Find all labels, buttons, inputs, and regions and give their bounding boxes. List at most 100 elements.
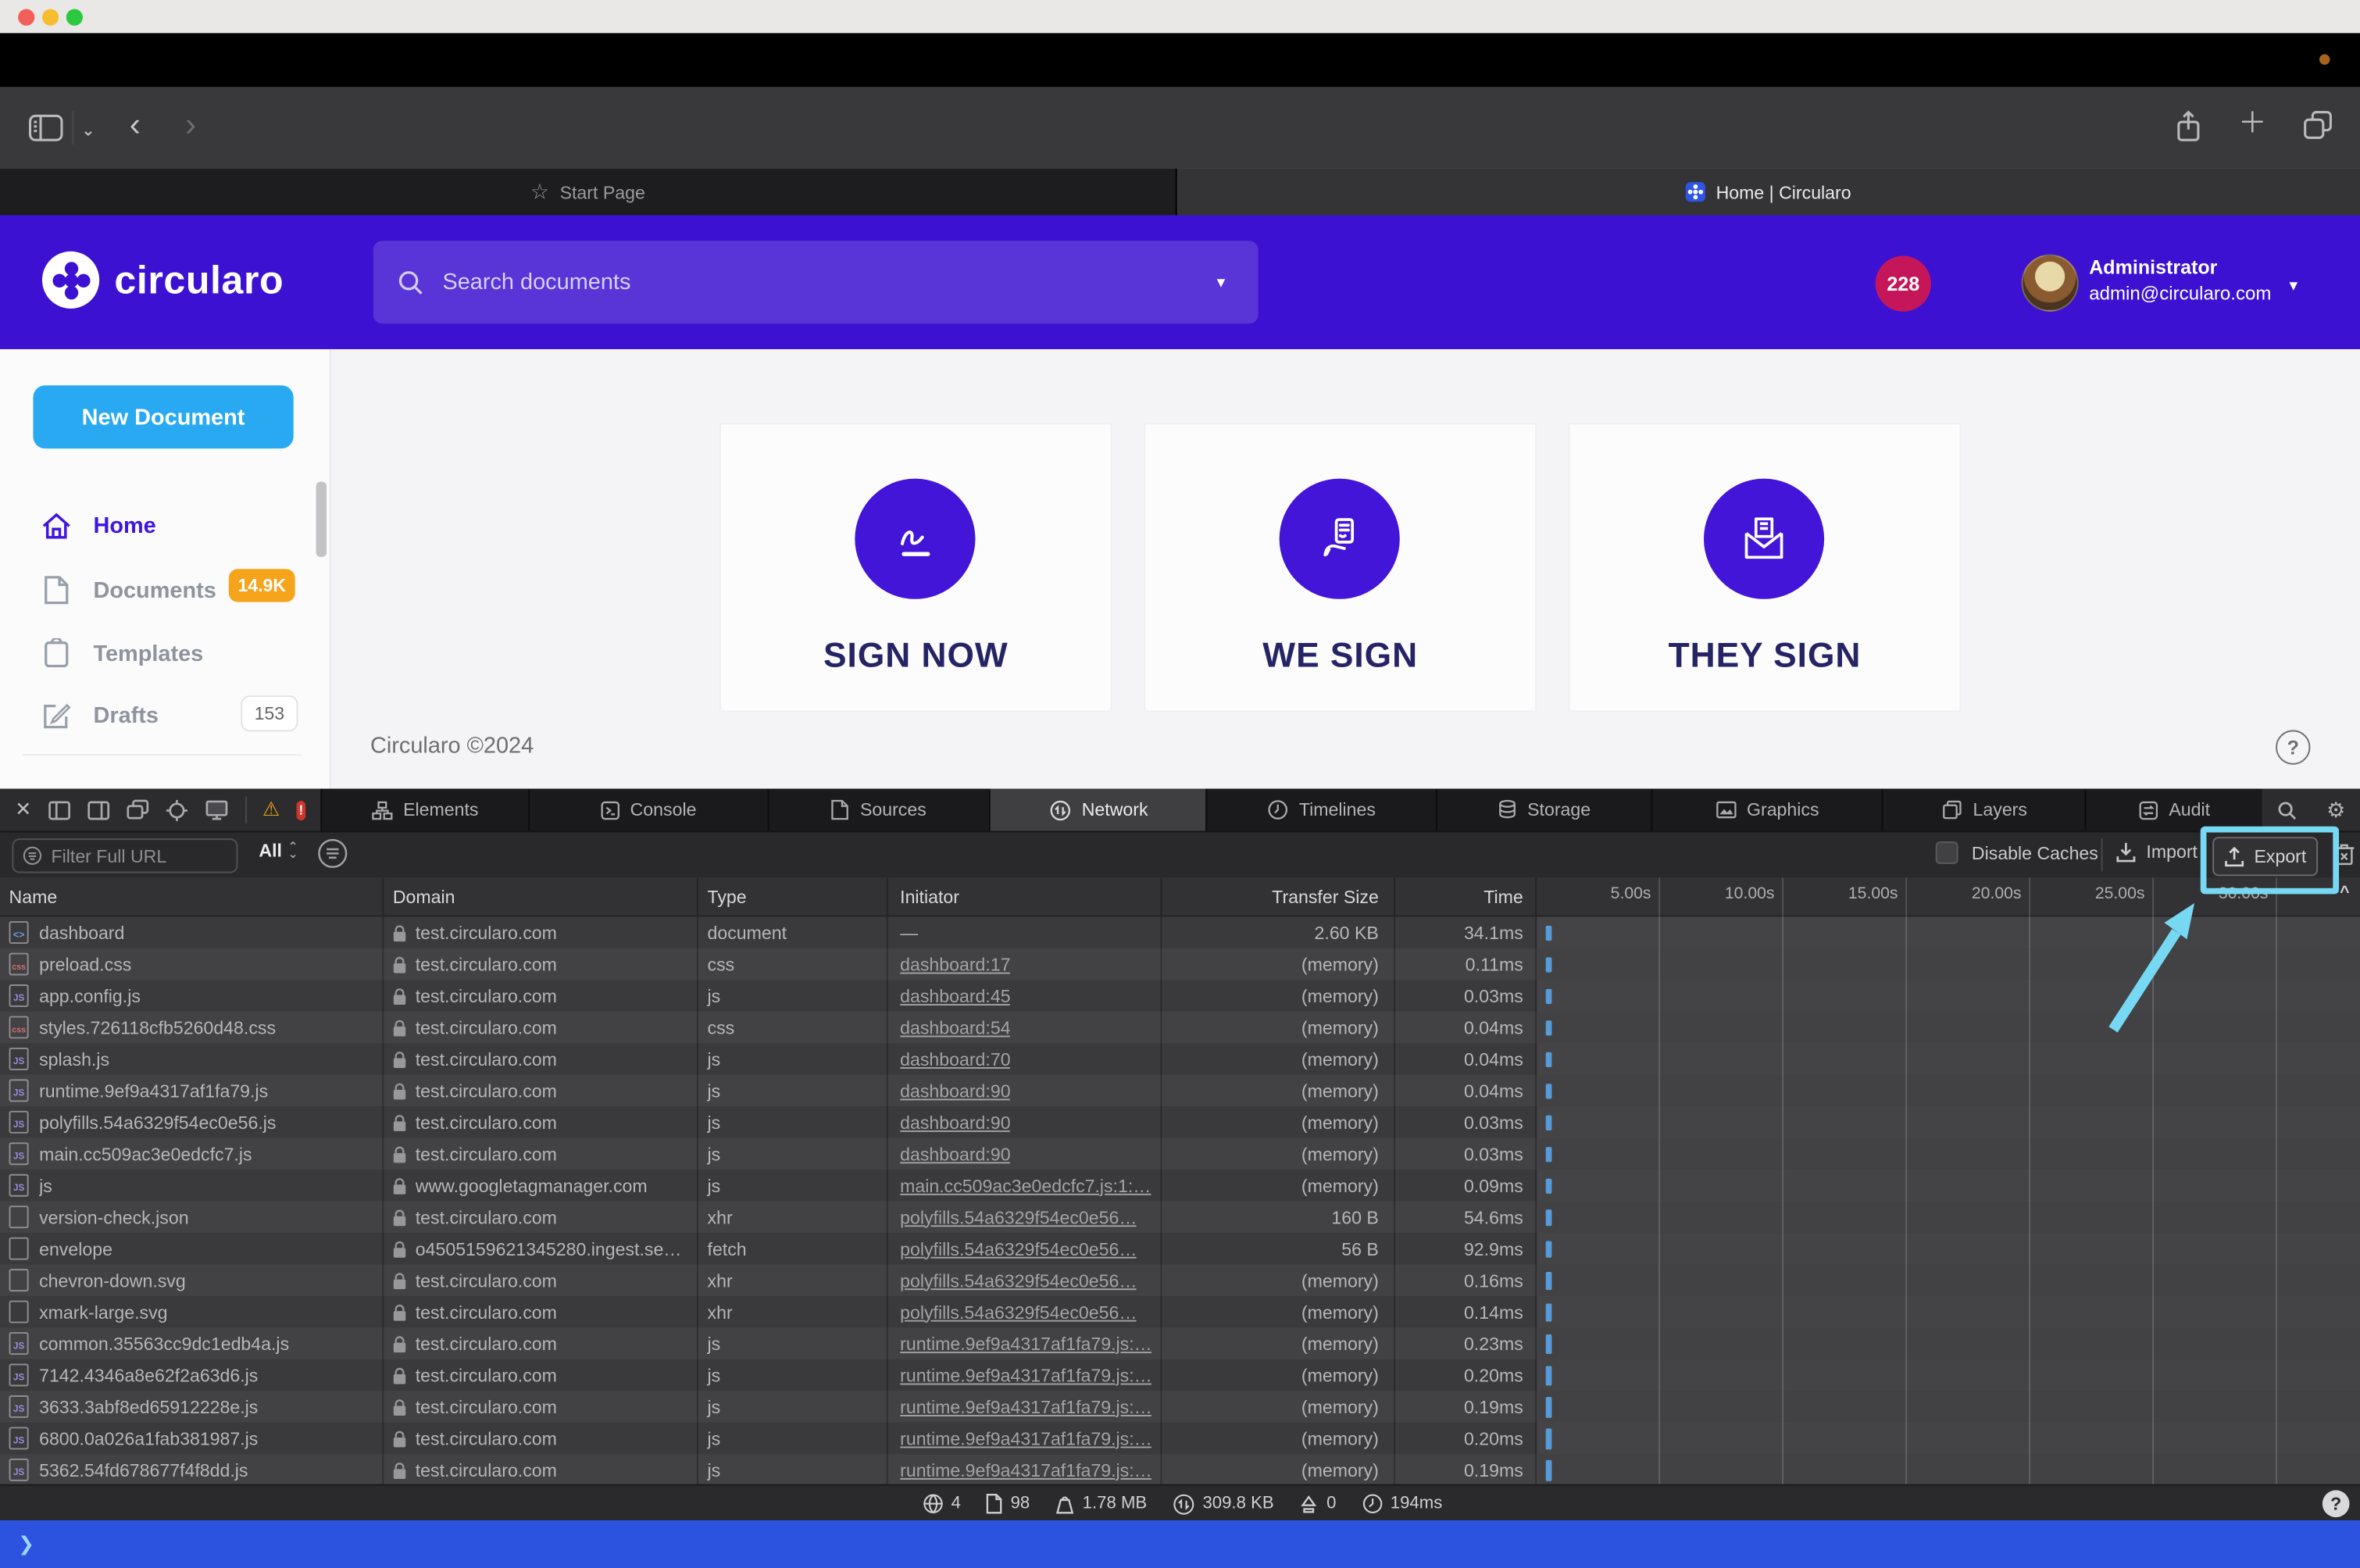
table-row[interactable]: splash.js test.circularo.com js dashboar… bbox=[0, 1043, 2360, 1075]
bottom-console-bar[interactable]: ❯ bbox=[0, 1520, 2360, 1568]
initiator-link[interactable]: dashboard:90 bbox=[900, 1080, 1010, 1101]
column-header-domain[interactable]: Domain bbox=[384, 877, 698, 916]
request-name-cell[interactable]: main.cc509ac3e0edcfc7.js bbox=[0, 1138, 384, 1170]
disable-caches-control[interactable]: Disable Caches bbox=[1935, 841, 2098, 864]
user-info[interactable]: Administrator admin@circularo.com bbox=[2089, 255, 2271, 307]
filter-url-input[interactable]: Filter Full URL bbox=[12, 838, 238, 873]
request-name-cell[interactable]: polyfills.54a6329f54ec0e56.js bbox=[0, 1106, 384, 1138]
notification-count-badge[interactable]: 228 bbox=[1875, 255, 1931, 312]
avatar[interactable] bbox=[2021, 254, 2079, 312]
tab-storage[interactable]: Storage bbox=[1435, 788, 1651, 831]
initiator-link[interactable]: dashboard:45 bbox=[900, 985, 1010, 1006]
request-name-cell[interactable]: app.config.js bbox=[0, 980, 384, 1012]
table-row[interactable]: preload.css test.circularo.com css dashb… bbox=[0, 948, 2360, 980]
table-row[interactable]: version-check.json test.circularo.com xh… bbox=[0, 1201, 2360, 1233]
close-window-button[interactable] bbox=[18, 9, 35, 26]
table-row[interactable]: envelope o4505159621345280.ingest.se… fe… bbox=[0, 1232, 2360, 1265]
initiator-link[interactable]: runtime.9ef9a4317af1fa79.js:… bbox=[900, 1333, 1152, 1354]
back-button[interactable]: ‹ bbox=[130, 105, 141, 145]
sidebar-item-documents[interactable]: Documents 14.9K bbox=[39, 569, 295, 605]
sidebar-scrollbar-thumb[interactable] bbox=[316, 481, 327, 557]
zoom-window-button[interactable] bbox=[66, 9, 83, 26]
error-icon[interactable]: ! bbox=[296, 800, 306, 820]
initiator-link[interactable]: polyfills.54a6329f54ec0e56… bbox=[900, 1238, 1137, 1259]
dock-bottom-icon[interactable] bbox=[87, 800, 110, 820]
tab-console[interactable]: Console bbox=[527, 788, 767, 831]
new-document-button[interactable]: New Document bbox=[33, 385, 294, 449]
table-row[interactable]: chevron-down.svg test.circularo.com xhr … bbox=[0, 1264, 2360, 1296]
warning-icon[interactable]: ⚠ bbox=[262, 798, 280, 822]
table-row[interactable]: polyfills.54a6329f54ec0e56.js test.circu… bbox=[0, 1106, 2360, 1138]
initiator-link[interactable]: polyfills.54a6329f54ec0e56… bbox=[900, 1302, 1137, 1323]
request-name-cell[interactable]: 3633.3abf8ed65912228e.js bbox=[0, 1391, 384, 1423]
request-name-cell[interactable]: 6800.0a026a1fab381987.js bbox=[0, 1422, 384, 1455]
initiator-link[interactable]: dashboard:90 bbox=[900, 1112, 1010, 1133]
document-search-input[interactable]: Search documents ▾ bbox=[373, 241, 1259, 324]
undock-icon[interactable] bbox=[127, 799, 149, 820]
help-button[interactable]: ? bbox=[2276, 730, 2311, 765]
they-sign-card[interactable]: THEY SIGN bbox=[1568, 423, 1962, 713]
chevron-down-icon[interactable]: ⌄ bbox=[81, 120, 95, 140]
device-icon[interactable] bbox=[205, 799, 229, 820]
initiator-link[interactable]: polyfills.54a6329f54ec0e56… bbox=[900, 1270, 1137, 1291]
table-row[interactable]: main.cc509ac3e0edcfc7.js test.circularo.… bbox=[0, 1138, 2360, 1170]
user-menu-caret-icon[interactable]: ▾ bbox=[2289, 276, 2298, 295]
sidebar-toggle-icon[interactable] bbox=[28, 114, 63, 141]
tab-home-circularo[interactable]: Home | Circularo bbox=[1176, 168, 2360, 216]
column-header-time[interactable]: Time bbox=[1395, 877, 1537, 916]
request-name-cell[interactable]: js bbox=[0, 1170, 384, 1202]
filter-options-icon[interactable] bbox=[316, 837, 349, 870]
initiator-link[interactable]: runtime.9ef9a4317af1fa79.js:… bbox=[900, 1459, 1152, 1480]
initiator-link[interactable]: runtime.9ef9a4317af1fa79.js:… bbox=[900, 1365, 1152, 1386]
initiator-link[interactable]: dashboard:54 bbox=[900, 1016, 1010, 1038]
request-name-cell[interactable]: 5362.54fd678677f4f8dd.js bbox=[0, 1454, 384, 1484]
table-row[interactable]: common.35563cc9dc1edb4a.js test.circular… bbox=[0, 1327, 2360, 1359]
new-tab-icon[interactable]: ＋ bbox=[2238, 109, 2267, 143]
request-name-cell[interactable]: chevron-down.svg bbox=[0, 1264, 384, 1296]
table-row[interactable]: 5362.54fd678677f4f8dd.js test.circularo.… bbox=[0, 1454, 2360, 1484]
initiator-link[interactable]: runtime.9ef9a4317af1fa79.js:… bbox=[900, 1396, 1152, 1417]
tab-audit[interactable]: Audit bbox=[2084, 788, 2262, 831]
initiator-link[interactable]: polyfills.54a6329f54ec0e56… bbox=[900, 1206, 1137, 1227]
request-name-cell[interactable]: preload.css bbox=[0, 948, 384, 980]
initiator-link[interactable]: runtime.9ef9a4317af1fa79.js:… bbox=[900, 1427, 1152, 1448]
disable-caches-checkbox[interactable] bbox=[1935, 841, 1958, 864]
initiator-link[interactable]: main.cc509ac3e0edcfc7.js:1:… bbox=[900, 1175, 1151, 1196]
tab-network[interactable]: Network bbox=[989, 788, 1206, 831]
initiator-link[interactable]: — bbox=[900, 922, 918, 943]
table-row[interactable]: styles.726118cfb5260d48.css test.circula… bbox=[0, 1011, 2360, 1044]
minimize-window-button[interactable] bbox=[41, 9, 59, 26]
request-name-cell[interactable]: common.35563cc9dc1edb4a.js bbox=[0, 1327, 384, 1359]
request-name-cell[interactable]: version-check.json bbox=[0, 1201, 384, 1233]
table-row[interactable]: dashboard test.circularo.com document — … bbox=[0, 916, 2360, 948]
sidebar-item-home[interactable]: Home bbox=[39, 512, 156, 541]
request-name-cell[interactable]: styles.726118cfb5260d48.css bbox=[0, 1011, 384, 1044]
sign-now-card[interactable]: SIGN NOW bbox=[719, 423, 1112, 713]
sidebar-item-templates[interactable]: Templates bbox=[39, 638, 203, 669]
search-options-caret-icon[interactable]: ▾ bbox=[1217, 273, 1226, 292]
request-name-cell[interactable]: runtime.9ef9a4317af1fa79.js bbox=[0, 1074, 384, 1107]
tab-layers[interactable]: Layers bbox=[1882, 788, 2085, 831]
dock-side-icon[interactable] bbox=[48, 800, 70, 820]
request-name-cell[interactable]: envelope bbox=[0, 1232, 384, 1265]
tab-sources[interactable]: Sources bbox=[766, 788, 990, 831]
initiator-link[interactable]: dashboard:70 bbox=[900, 1048, 1010, 1070]
initiator-link[interactable]: dashboard:90 bbox=[900, 1143, 1010, 1164]
sidebar-item-drafts[interactable]: Drafts 153 bbox=[39, 695, 298, 732]
column-header-type[interactable]: Type bbox=[698, 877, 888, 916]
scroll-up-icon[interactable]: ^ bbox=[2340, 884, 2349, 902]
element-picker-icon[interactable] bbox=[166, 798, 188, 821]
forward-button[interactable]: › bbox=[185, 105, 196, 145]
circularo-logo[interactable]: circularo bbox=[41, 251, 284, 309]
tab-start-page[interactable]: ☆ Start Page bbox=[0, 168, 1177, 216]
tab-overview-icon[interactable] bbox=[2303, 110, 2333, 143]
inspector-help-button[interactable]: ? bbox=[2322, 1490, 2350, 1518]
resource-scope-select[interactable]: All ⌃ ⌄ bbox=[259, 840, 298, 861]
request-name-cell[interactable]: splash.js bbox=[0, 1043, 384, 1075]
request-name-cell[interactable]: xmark-large.svg bbox=[0, 1295, 384, 1328]
tab-timelines[interactable]: Timelines bbox=[1205, 788, 1436, 831]
inspector-search-icon[interactable] bbox=[2262, 788, 2312, 831]
share-icon[interactable] bbox=[2175, 110, 2202, 143]
column-header-name[interactable]: Name bbox=[0, 877, 384, 916]
table-row[interactable]: js www.googletagmanager.com js main.cc50… bbox=[0, 1170, 2360, 1202]
